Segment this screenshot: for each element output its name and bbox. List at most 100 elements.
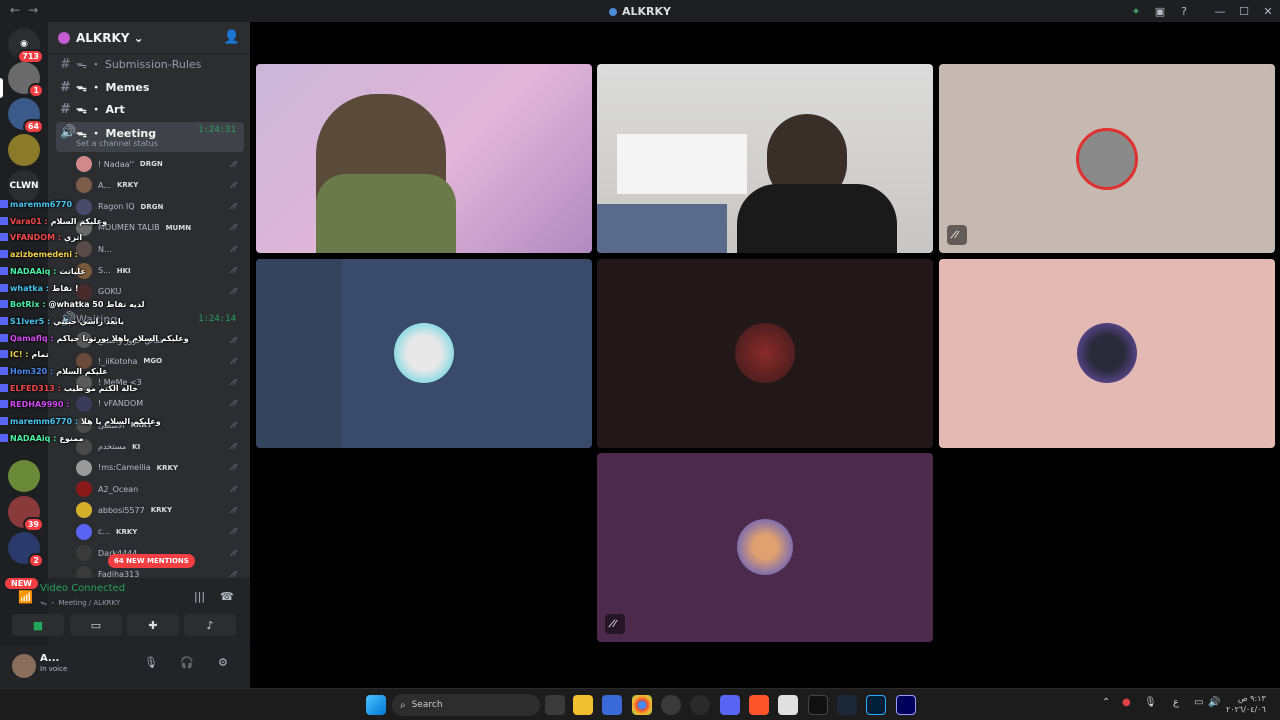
language-indicator[interactable]: ع xyxy=(1173,697,1179,708)
noise-suppression-icon[interactable]: ||| xyxy=(194,590,205,603)
help-icon[interactable]: ? xyxy=(1172,5,1196,18)
server-dot-icon xyxy=(608,7,617,16)
server-icon[interactable]: CLWN xyxy=(8,170,40,202)
video-tile[interactable] xyxy=(597,259,933,448)
file-explorer-icon[interactable] xyxy=(573,695,593,715)
capcut-icon[interactable] xyxy=(808,695,828,715)
steam-icon[interactable] xyxy=(837,695,857,715)
user-status: In voice xyxy=(40,665,68,673)
headphones-icon[interactable]: 🎧 xyxy=(180,656,194,669)
voice-user[interactable]: A2_Ocean ⁄̸ xyxy=(76,479,246,499)
clock[interactable]: ٩:١٣ ص ٢٠٢٦/٠٤/٠٦ xyxy=(1226,693,1266,715)
user-name[interactable]: A... xyxy=(40,653,59,664)
server-icon[interactable]: 2 xyxy=(8,532,44,568)
chat-username: ELFED313 : xyxy=(10,383,61,393)
maximize-icon[interactable]: ☐ xyxy=(1232,5,1256,18)
server-icon[interactable]: 1 xyxy=(8,62,44,98)
chat-username: azizbemedeni : xyxy=(10,250,78,260)
screen-share-button[interactable]: ▭ xyxy=(70,614,122,636)
chat-username: Hom320 : xyxy=(10,367,54,376)
voice-user-name: !ms:Camellia xyxy=(98,463,151,473)
start-icon[interactable] xyxy=(366,695,386,715)
voice-status[interactable]: Video Connected xyxy=(40,583,125,594)
search-input[interactable]: ⌕ Search xyxy=(392,694,540,716)
video-tile[interactable] xyxy=(256,259,592,448)
avatar xyxy=(394,323,454,383)
activities-button[interactable]: ✚ xyxy=(127,614,179,636)
platform-icon xyxy=(0,266,8,275)
server-emblem-icon xyxy=(58,31,70,44)
video-tile[interactable] xyxy=(597,64,933,253)
obs-icon[interactable] xyxy=(661,695,681,715)
steam-client-icon[interactable] xyxy=(690,695,710,715)
platform-icon xyxy=(0,200,8,208)
voice-user[interactable]: abbosi5577 KRKY ⁄̸ xyxy=(76,500,246,520)
task-view-icon[interactable] xyxy=(545,695,565,715)
minimize-icon[interactable]: — xyxy=(1208,5,1232,18)
chat-username: S1lver5 : xyxy=(10,316,51,326)
avatar[interactable] xyxy=(12,654,36,678)
platform-icon xyxy=(0,367,8,375)
brave-icon[interactable] xyxy=(749,695,769,715)
muted-icon: ⁄̸ xyxy=(234,527,236,537)
voice-user-name: abbosi5577 xyxy=(98,505,145,515)
store-icon[interactable] xyxy=(602,695,622,715)
app-icon[interactable] xyxy=(778,695,798,715)
voice-user[interactable]: !ms:Camellia KRKY ⁄̸ xyxy=(76,458,246,478)
chevron-up-icon[interactable]: ⌃ xyxy=(1102,697,1110,708)
discord-icon[interactable] xyxy=(720,695,740,715)
new-badge[interactable]: NEW xyxy=(5,578,38,589)
server-icon[interactable]: 64 xyxy=(8,98,44,134)
chat-message: S1lver5 : يابعد راسي حبيبي xyxy=(0,316,124,326)
tray-app-icon[interactable]: ● xyxy=(1122,697,1131,708)
voice-location[interactable]: ᯓ ・ Meeting / ALKRKY xyxy=(40,598,120,608)
disconnect-icon[interactable]: ☎ xyxy=(220,590,234,603)
avatar xyxy=(1077,323,1137,383)
camera-feed xyxy=(617,134,747,194)
gear-icon[interactable]: ⚙ xyxy=(218,656,228,669)
voice-user[interactable]: A... KRKY ⁄̸ xyxy=(76,175,246,195)
camera-feed-shirt xyxy=(316,174,456,253)
home-dm-icon[interactable]: ◉ 713 xyxy=(8,28,44,64)
selected-pill xyxy=(0,78,3,98)
invite-icon[interactable]: 👤 xyxy=(224,30,240,45)
chat-username: Vara01 : xyxy=(10,216,48,226)
camera-feed-shirt xyxy=(737,184,897,253)
soundboard-button[interactable]: ♪ xyxy=(184,614,236,636)
microphone-icon[interactable]: 🎙 xyxy=(1144,697,1157,708)
channel-submission-rules[interactable]: # ᯓ ・ Submission-Rules xyxy=(56,54,244,74)
channel-art[interactable]: # ᯓ ・ Art xyxy=(56,99,244,119)
server-header[interactable]: ALKRKY ⌄ 👤 xyxy=(48,22,250,54)
video-tile[interactable] xyxy=(256,64,592,253)
chat-message: Hom320 : عليكم السلام xyxy=(0,367,108,376)
server-icon[interactable] xyxy=(8,460,40,492)
avatar xyxy=(737,519,793,575)
video-tile[interactable]: ⁄̸ xyxy=(939,64,1275,253)
channel-meeting[interactable]: 🔊 ᯓ ・ Meeting 1:24:31 Set a channel stat… xyxy=(56,122,244,152)
signal-icon[interactable]: 📶 xyxy=(18,590,33,604)
voice-speaker-icon: 🔊 xyxy=(60,125,77,140)
voice-user[interactable]: c... KRKY ⁄̸ xyxy=(76,522,246,542)
nitro-icon[interactable]: ✦ xyxy=(1124,5,1148,18)
channel-status[interactable]: Set a channel status xyxy=(76,139,158,148)
close-icon[interactable]: ✕ xyxy=(1256,5,1280,18)
inbox-icon[interactable]: ▣ xyxy=(1148,5,1172,18)
photoshop-icon[interactable] xyxy=(866,695,886,715)
camera-button[interactable]: ■ xyxy=(12,614,64,636)
platform-icon xyxy=(0,316,8,325)
server-icon[interactable]: 39 xyxy=(8,496,44,532)
microphone-icon[interactable]: 🎙 xyxy=(144,656,158,669)
new-mentions-button[interactable]: 64 NEW MENTIONS xyxy=(108,554,195,568)
server-icon[interactable] xyxy=(8,134,40,166)
platform-icon xyxy=(0,417,8,426)
video-tile[interactable]: ⁄̸ xyxy=(597,453,933,642)
volume-icon[interactable]: 🔊 xyxy=(1208,697,1220,708)
premiere-icon[interactable] xyxy=(896,695,916,715)
title-bar: ← → ALKRKY ✦ ▣ ? — ☐ ✕ xyxy=(0,0,1280,22)
network-icon[interactable]: ▭ xyxy=(1194,697,1203,708)
channel-memes[interactable]: # ᯓ ・ Memes xyxy=(56,77,244,97)
video-tile[interactable] xyxy=(939,259,1275,448)
chrome-icon[interactable] xyxy=(632,695,652,715)
voice-user[interactable]: ! Nadaa'' DRGN ⁄̸ xyxy=(76,154,246,174)
notification-badge: 2 xyxy=(28,553,44,568)
